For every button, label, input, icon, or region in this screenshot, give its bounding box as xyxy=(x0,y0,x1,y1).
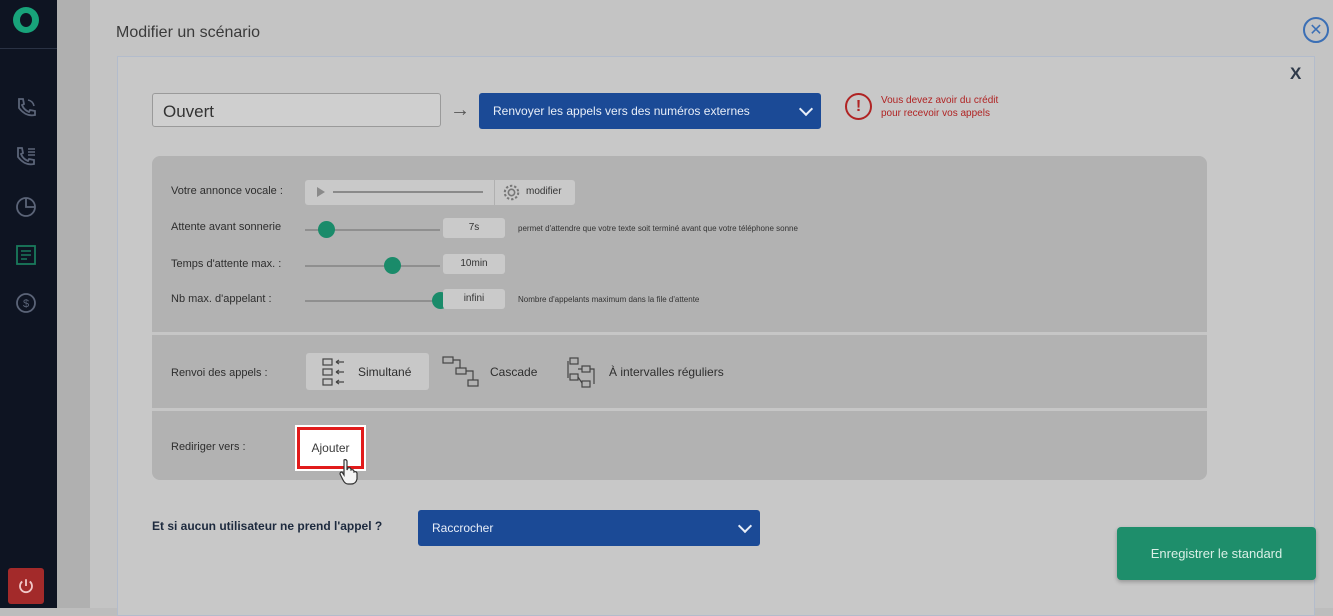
scenario-name-input[interactable]: Ouvert xyxy=(152,93,441,127)
chevron-down-icon xyxy=(798,101,814,117)
dialog-title: Modifier un scénario xyxy=(116,24,261,41)
pie-chart-icon[interactable] xyxy=(14,195,38,219)
max-wait-value: 10min xyxy=(443,254,505,274)
no-answer-select[interactable]: Raccrocher xyxy=(418,510,760,546)
player-divider xyxy=(494,180,495,205)
max-callers-label: Nb max. d'appelant : xyxy=(171,293,272,305)
section-divider xyxy=(152,408,1207,411)
overlay-shade xyxy=(57,0,90,608)
max-callers-hint: Nombre d'appelants maximum dans la file … xyxy=(518,295,700,304)
dollar-icon[interactable]: $ xyxy=(14,291,38,315)
credit-warning-line1: Vous devez avoir du crédit xyxy=(881,95,999,106)
credit-warning: Vous devez avoir du crédit pour recevoir… xyxy=(881,94,1041,120)
scenario-icon[interactable] xyxy=(14,243,38,267)
power-icon[interactable] xyxy=(8,568,44,604)
max-callers-value: infini xyxy=(443,289,505,309)
phone-icon[interactable] xyxy=(14,96,38,120)
intervals-icon xyxy=(567,356,595,388)
simultaneous-icon xyxy=(322,357,344,386)
cascade-icon xyxy=(442,355,479,387)
max-wait-slider-track[interactable] xyxy=(305,265,440,267)
no-answer-select-value: Raccrocher xyxy=(432,521,494,535)
sidebar-divider xyxy=(0,48,57,49)
audio-progress-track[interactable] xyxy=(333,191,483,193)
voice-label: Votre annonce vocale : xyxy=(171,185,283,197)
max-wait-label: Temps d'attente max. : xyxy=(171,258,282,270)
redirect-label: Rediriger vers : xyxy=(171,441,246,453)
routing-label: Renvoi des appels : xyxy=(171,367,268,379)
wait-slider-thumb[interactable] xyxy=(318,221,336,238)
svg-text:$: $ xyxy=(23,298,29,310)
mode-cascade[interactable]: Cascade xyxy=(442,353,537,390)
mode-simultaneous-label: Simultané xyxy=(358,364,412,379)
logo-icon[interactable] xyxy=(13,7,39,33)
action-select-value: Renvoyer les appels vers des numéros ext… xyxy=(493,104,750,118)
save-standard-button[interactable]: Enregistrer le standard xyxy=(1117,527,1316,580)
gear-icon[interactable] xyxy=(502,183,521,202)
phone-list-icon[interactable] xyxy=(14,145,38,169)
section-divider xyxy=(152,332,1207,335)
close-circle-icon[interactable]: ✕ xyxy=(1303,17,1329,43)
no-answer-question: Et si aucun utilisateur ne prend l'appel… xyxy=(152,519,383,533)
max-callers-slider-track[interactable] xyxy=(305,300,440,302)
sidebar: $ xyxy=(0,0,57,608)
mode-simultaneous[interactable]: Simultané xyxy=(306,353,429,390)
wait-label: Attente avant sonnerie xyxy=(171,221,282,233)
arrow-right-icon: → xyxy=(450,99,470,121)
card-close-button[interactable]: X xyxy=(1290,64,1301,84)
modify-voice-button[interactable]: modifier xyxy=(526,186,562,197)
action-select[interactable]: Renvoyer les appels vers des numéros ext… xyxy=(479,93,821,129)
chevron-down-icon xyxy=(737,518,753,534)
credit-warning-line2: pour recevoir vos appels xyxy=(881,108,990,119)
hand-cursor-icon xyxy=(339,459,358,485)
wait-value: 7s xyxy=(443,218,505,238)
mode-regular-intervals[interactable]: À intervalles réguliers xyxy=(567,353,724,390)
mode-cascade-label: Cascade xyxy=(490,364,538,379)
warning-icon: ! xyxy=(845,93,872,120)
voice-player: modifier xyxy=(305,180,575,205)
play-icon[interactable] xyxy=(317,187,325,197)
wait-hint: permet d'attendre que votre texte soit t… xyxy=(518,224,798,233)
mode-intervals-label: À intervalles réguliers xyxy=(609,364,724,379)
